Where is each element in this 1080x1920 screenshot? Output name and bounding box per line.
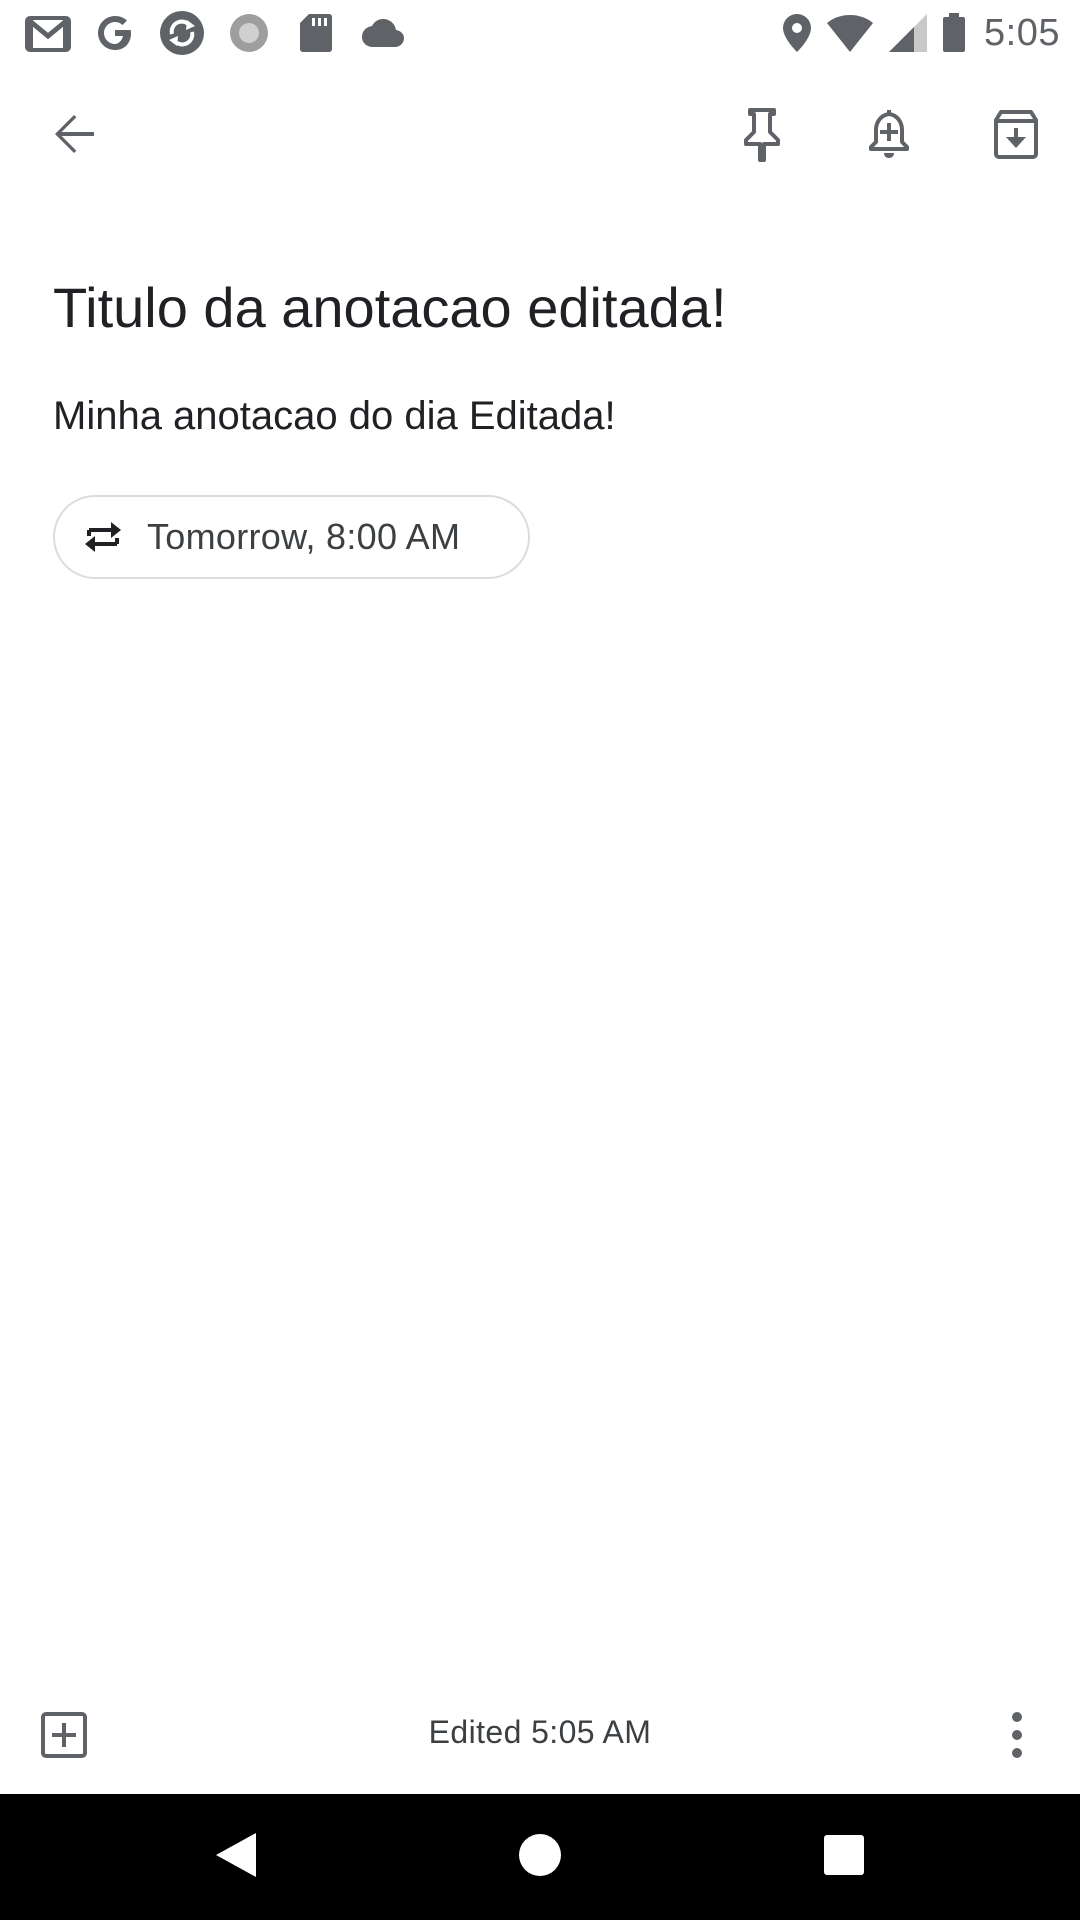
arrow-back-icon	[50, 110, 98, 163]
add-alert-icon	[865, 106, 913, 167]
cloud-icon	[359, 9, 407, 57]
battery-icon	[942, 9, 966, 57]
edited-timestamp: Edited 5:05 AM	[428, 1714, 652, 1750]
circle-icon	[225, 9, 273, 57]
pin-button[interactable]	[714, 88, 810, 184]
note-title[interactable]: Titulo da anotacao editada!	[53, 270, 1033, 346]
repeat-icon	[79, 513, 127, 561]
pin-icon	[738, 106, 786, 167]
note-editor-screen: 5:05 Titulo da anotacao editada! Minha a…	[0, 0, 1080, 1920]
note-body[interactable]: Minha anotacao do dia Editada!	[53, 388, 1033, 444]
reminder-chip-label: Tomorrow, 8:00 AM	[147, 516, 461, 557]
status-time: 5:05	[984, 11, 1060, 54]
notification-icons	[24, 9, 426, 57]
nav-recents-button[interactable]	[796, 1809, 892, 1905]
system-icons: 5:05	[768, 9, 1060, 57]
reminder-chip[interactable]: Tomorrow, 8:00 AM	[53, 495, 530, 579]
status-bar: 5:05	[0, 0, 1080, 66]
nav-back-button[interactable]	[188, 1809, 284, 1905]
archive-button[interactable]	[968, 88, 1064, 184]
wifi-icon	[826, 9, 874, 57]
google-icon	[91, 9, 139, 57]
location-icon	[782, 9, 812, 57]
sd-card-icon	[292, 9, 340, 57]
sync-icon	[158, 9, 206, 57]
nav-back-icon	[214, 1831, 258, 1884]
back-button[interactable]	[26, 88, 122, 184]
bottom-toolbar: Edited 5:05 AM	[0, 1680, 1080, 1794]
more-vert-icon	[1009, 1711, 1025, 1764]
nav-home-button[interactable]	[492, 1809, 588, 1905]
top-app-bar	[0, 66, 1080, 206]
archive-icon	[990, 108, 1042, 165]
navigation-bar	[0, 1794, 1080, 1920]
nav-home-icon	[517, 1832, 563, 1883]
add-reminder-button[interactable]	[841, 88, 937, 184]
gmail-icon	[24, 9, 72, 57]
cellular-icon	[888, 9, 928, 57]
more-options-button[interactable]	[969, 1689, 1065, 1785]
nav-recents-icon	[823, 1834, 865, 1881]
